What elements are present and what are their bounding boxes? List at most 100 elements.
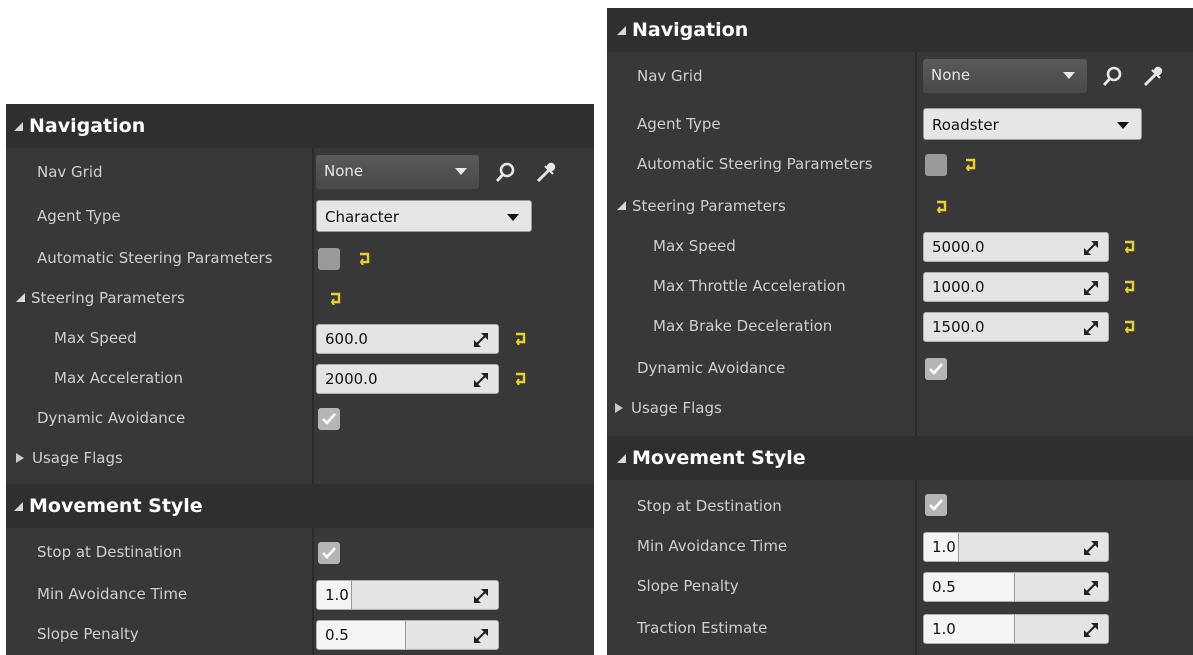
dynamic-avoidance-checkbox[interactable] (318, 408, 340, 430)
stop-at-destination-checkbox[interactable] (318, 542, 340, 564)
checkmark-icon (322, 547, 336, 559)
property-stop-at-destination: Stop at Destination (607, 486, 1193, 526)
auto-steering-checkbox[interactable] (318, 248, 340, 270)
property-agent-type: Agent Type Character (6, 196, 594, 236)
collapse-arrow-icon[interactable] (617, 26, 626, 35)
category-navigation[interactable]: Navigation (607, 8, 1193, 52)
property-slope-penalty: Slope Penalty 0.5 (6, 614, 594, 654)
expand-arrow-icon[interactable] (617, 201, 626, 210)
category-movement-style[interactable]: Movement Style (6, 484, 594, 528)
max-speed-numeric-input[interactable]: 600.0 (316, 324, 499, 354)
property-label: Stop at Destination (637, 497, 782, 515)
chevron-down-icon (455, 168, 467, 175)
property-steering-parameters: Steering Parameters (607, 186, 1193, 226)
search-icon[interactable] (1101, 64, 1125, 88)
property-label: Dynamic Avoidance (37, 409, 186, 427)
collapse-arrow-icon[interactable] (617, 454, 626, 463)
reset-to-default-icon[interactable] (1123, 319, 1137, 333)
reset-to-default-icon[interactable] (964, 157, 978, 171)
category-movement-style[interactable]: Movement Style (607, 436, 1193, 480)
category-title: Movement Style (29, 495, 203, 517)
eyedropper-icon[interactable] (534, 160, 558, 184)
details-panel-left: Navigation Nav Grid None Agent Type Char… (6, 104, 594, 655)
slope-penalty-slider[interactable]: 0.5 (316, 620, 499, 650)
property-label: Min Avoidance Time (37, 585, 188, 603)
property-label: Nav Grid (37, 163, 103, 181)
property-max-throttle-acceleration: Max Throttle Acceleration 1000.0 (607, 266, 1193, 306)
expand-arrow-icon[interactable] (16, 293, 25, 302)
slope-penalty-slider[interactable]: 0.5 (923, 572, 1109, 602)
property-label: Automatic Steering Parameters (637, 155, 873, 173)
checkmark-icon (322, 413, 336, 425)
reset-to-default-icon[interactable] (358, 251, 372, 265)
max-speed-numeric-input[interactable]: 5000.0 (923, 232, 1109, 262)
spin-drag-icon[interactable] (474, 589, 488, 603)
reset-to-default-icon[interactable] (514, 331, 528, 345)
property-dynamic-avoidance: Dynamic Avoidance (6, 398, 594, 438)
agent-type-dropdown[interactable]: Character (316, 200, 532, 232)
property-label: Max Brake Deceleration (653, 317, 833, 335)
nav-grid-dropdown[interactable]: None (923, 59, 1087, 93)
search-icon[interactable] (494, 160, 518, 184)
property-max-acceleration: Max Acceleration 2000.0 (6, 358, 594, 398)
property-label: Agent Type (37, 207, 121, 225)
property-label: Stop at Destination (37, 543, 182, 561)
spin-drag-icon[interactable] (1084, 581, 1098, 595)
property-usage-flags: Usage Flags (6, 438, 594, 478)
collapse-arrow-icon[interactable] (14, 122, 23, 131)
reset-to-default-icon[interactable] (329, 291, 343, 305)
property-min-avoidance-time: Min Avoidance Time 1.0 (6, 574, 594, 614)
property-label: Max Speed (54, 329, 137, 347)
category-title: Navigation (29, 115, 146, 137)
details-panel-right: Navigation Nav Grid None Agent Type Road… (607, 8, 1193, 655)
property-label: Max Speed (653, 237, 736, 255)
agent-type-dropdown[interactable]: Roadster (923, 108, 1142, 140)
expand-arrow-icon[interactable] (16, 453, 24, 463)
property-agent-type: Agent Type Roadster (607, 104, 1193, 144)
expand-arrow-icon[interactable] (615, 403, 623, 413)
spin-drag-icon[interactable] (1084, 321, 1098, 335)
spin-drag-icon[interactable] (474, 373, 488, 387)
dynamic-avoidance-checkbox[interactable] (925, 358, 947, 380)
spin-drag-icon[interactable] (1084, 623, 1098, 637)
property-max-brake-deceleration: Max Brake Deceleration 1500.0 (607, 306, 1193, 346)
spin-drag-icon[interactable] (1084, 281, 1098, 295)
auto-steering-checkbox[interactable] (925, 154, 947, 176)
reset-to-default-icon[interactable] (1123, 239, 1137, 253)
spin-drag-icon[interactable] (1084, 241, 1098, 255)
property-stop-at-destination: Stop at Destination (6, 532, 594, 572)
property-label: Agent Type (637, 115, 721, 133)
property-label: Slope Penalty (637, 577, 739, 595)
category-title: Navigation (632, 19, 749, 41)
collapse-arrow-icon[interactable] (14, 502, 23, 511)
spin-drag-icon[interactable] (1084, 541, 1098, 555)
property-label: Nav Grid (637, 67, 703, 85)
property-min-avoidance-time: Min Avoidance Time 1.0 (607, 526, 1193, 566)
category-navigation[interactable]: Navigation (6, 104, 594, 148)
property-label: Max Throttle Acceleration (653, 277, 846, 295)
reset-to-default-icon[interactable] (514, 371, 528, 385)
property-traction-estimate: Traction Estimate 1.0 (607, 608, 1193, 648)
traction-estimate-slider[interactable]: 1.0 (923, 614, 1109, 644)
property-steering-parameters: Steering Parameters (6, 278, 594, 318)
max-throttle-acceleration-numeric-input[interactable]: 1000.0 (923, 272, 1109, 302)
property-nav-grid: Nav Grid None (607, 56, 1193, 96)
spin-drag-icon[interactable] (474, 333, 488, 347)
property-label: Slope Penalty (37, 625, 139, 643)
max-brake-deceleration-numeric-input[interactable]: 1500.0 (923, 312, 1109, 342)
spin-drag-icon[interactable] (474, 629, 488, 643)
nav-grid-dropdown[interactable]: None (316, 155, 479, 189)
property-max-speed: Max Speed 5000.0 (607, 226, 1193, 266)
reset-to-default-icon[interactable] (1123, 279, 1137, 293)
min-avoidance-time-slider[interactable]: 1.0 (923, 532, 1109, 562)
property-label: Traction Estimate (637, 619, 768, 637)
property-auto-steering: Automatic Steering Parameters (607, 144, 1193, 184)
stop-at-destination-checkbox[interactable] (925, 494, 947, 516)
checkmark-icon (929, 363, 943, 375)
max-acceleration-numeric-input[interactable]: 2000.0 (316, 364, 499, 394)
min-avoidance-time-slider[interactable]: 1.0 (316, 580, 499, 610)
checkmark-icon (929, 499, 943, 511)
eyedropper-icon[interactable] (1141, 64, 1165, 88)
property-auto-steering: Automatic Steering Parameters (6, 238, 594, 278)
reset-to-default-icon[interactable] (935, 199, 949, 213)
